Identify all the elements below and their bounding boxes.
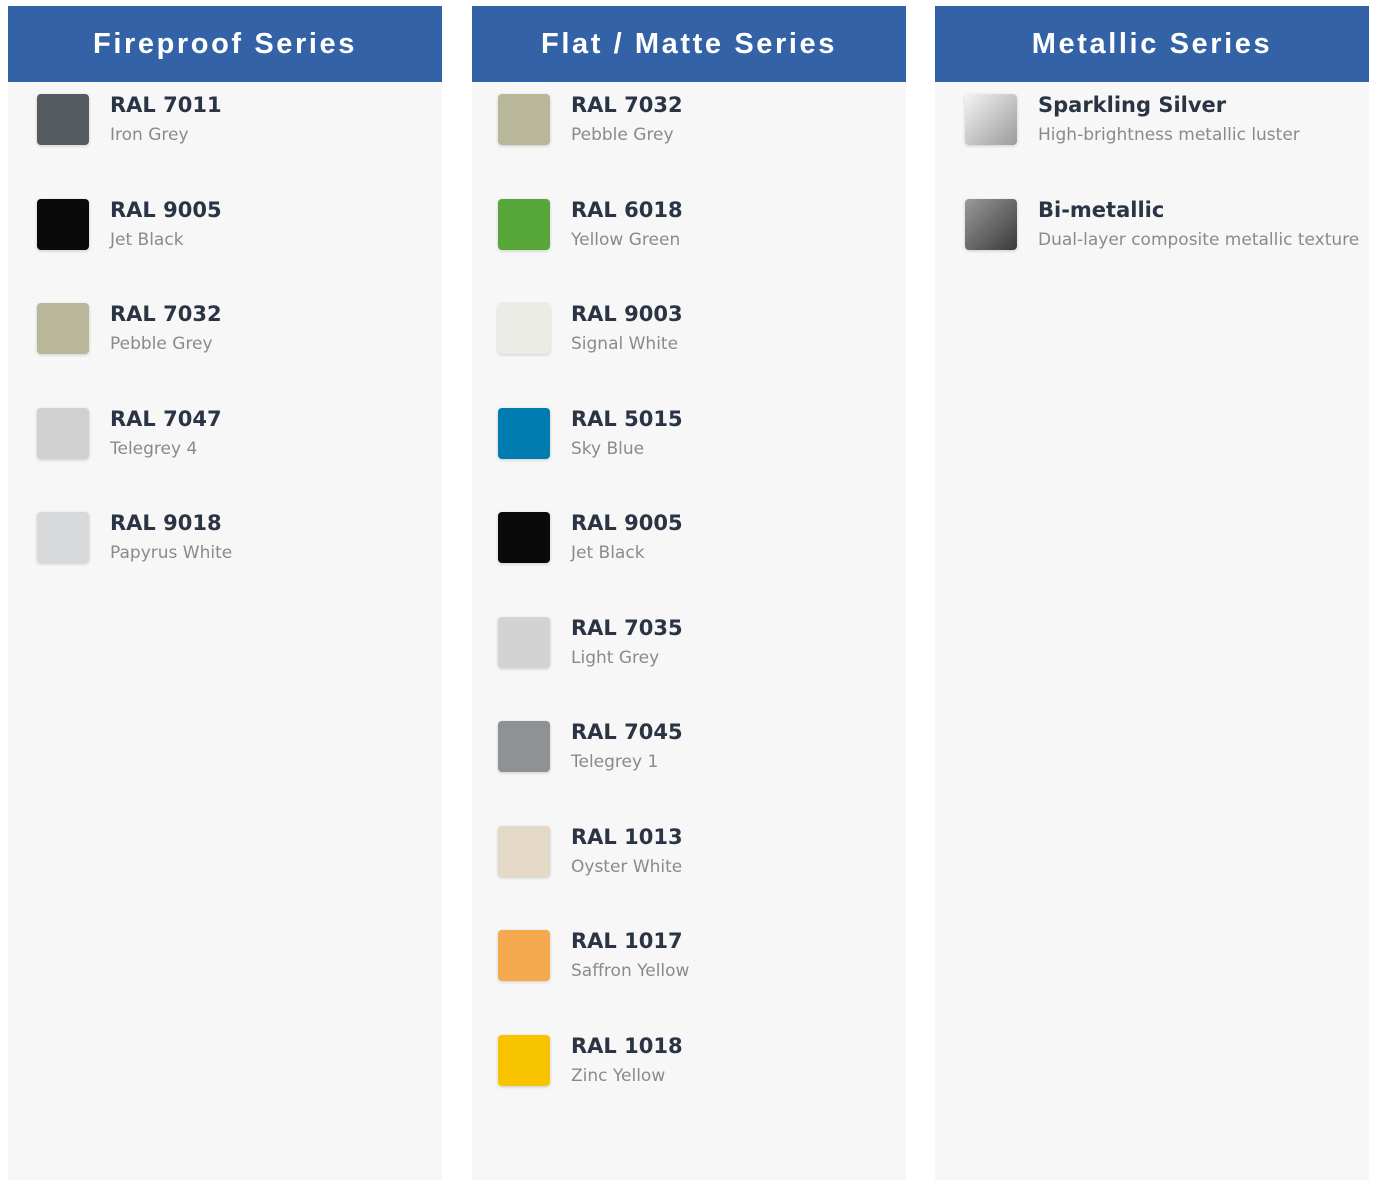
color-item: Bi-metallic Dual-layer composite metallic… <box>935 197 1369 302</box>
color-code: RAL 1017 <box>571 929 683 953</box>
color-item: RAL 7032 Pebble Grey <box>8 301 442 406</box>
jet-black-swatch <box>498 512 550 563</box>
papyrus-white-swatch <box>37 512 89 563</box>
color-name: Light Grey <box>571 647 660 668</box>
oyster-white-swatch <box>498 825 550 877</box>
color-item: RAL 9018 Papyrus White <box>8 510 442 615</box>
color-name: Oyster White <box>571 856 683 877</box>
color-name: Pebble Grey <box>571 125 674 145</box>
color-text: RAL 7032 Pebble Grey <box>110 301 222 355</box>
color-code: RAL 7032 <box>571 93 683 117</box>
iron-grey-swatch <box>37 94 89 145</box>
color-name: Papyrus White <box>110 543 233 563</box>
color-code: RAL 7032 <box>110 302 222 326</box>
color-item: RAL 9003 Signal White <box>472 301 906 406</box>
color-text: RAL 5015 Sky Blue <box>571 406 683 460</box>
color-code: RAL 7045 <box>571 720 683 744</box>
color-text: Bi-metallic Dual-layer composite metallic… <box>1038 197 1359 251</box>
color-item: RAL 6018 Yellow Green <box>472 197 906 302</box>
sparkling-silver-swatch <box>965 94 1017 145</box>
color-text: RAL 9003 Signal White <box>571 301 683 355</box>
color-text: RAL 9018 Papyrus White <box>110 510 232 564</box>
color-name: Iron Grey <box>110 125 189 145</box>
color-text: RAL 9005 Jet Black <box>110 197 222 251</box>
color-code: RAL 7011 <box>110 93 222 117</box>
color-item: RAL 7011 Iron Grey <box>8 92 442 197</box>
flat-matte-series-panel: Flat / Matte Series RAL 7032 Pebble Grey R… <box>472 6 906 1180</box>
color-code: RAL 1018 <box>571 1033 683 1058</box>
color-name: Jet Black <box>571 543 645 563</box>
color-name: Yellow Green <box>571 229 681 250</box>
color-item: RAL 9005 Jet Black <box>8 197 442 302</box>
color-text: RAL 1017 Saffron Yellow <box>571 928 689 982</box>
pebble-grey-swatch <box>498 94 550 145</box>
color-item: RAL 7047 Telegrey 4 <box>8 406 442 511</box>
color-text: RAL 6018 Yellow Green <box>571 197 683 251</box>
color-item: RAL 1017 Saffron Yellow <box>472 928 906 1033</box>
color-name: Telegrey 4 <box>110 438 198 459</box>
color-name: Sky Blue <box>571 438 645 459</box>
jet-black-swatch <box>37 198 89 250</box>
color-text: RAL 7032 Pebble Grey <box>571 92 683 146</box>
color-text: RAL 1013 Oyster White <box>571 824 683 878</box>
color-code: Sparkling Silver <box>1038 93 1227 117</box>
color-text: RAL 1018 Zinc Yellow <box>571 1033 683 1087</box>
color-name: Saffron Yellow <box>571 961 690 981</box>
color-item: RAL 5015 Sky Blue <box>472 406 906 511</box>
series-columns: Fireproof Series RAL 7011 Iron Grey RAL 90… <box>0 0 1375 1180</box>
color-name: Zinc Yellow <box>571 1065 666 1086</box>
color-code: RAL 1013 <box>571 824 683 849</box>
metallic-color-list: Sparkling Silver High-brightness metallic… <box>935 82 1369 301</box>
color-name: Jet Black <box>110 229 184 250</box>
color-item: RAL 1018 Zinc Yellow <box>472 1033 906 1138</box>
fireproof-series-header: Fireproof Series <box>8 6 442 82</box>
color-item: RAL 7045 Telegrey 1 <box>472 719 906 824</box>
color-text: RAL 7047 Telegrey 4 <box>110 406 222 460</box>
color-text: RAL 9005 Jet Black <box>571 510 683 564</box>
color-item: RAL 9005 Jet Black <box>472 510 906 615</box>
bi-metallic-swatch <box>965 198 1017 250</box>
color-item: Sparkling Silver High-brightness metallic… <box>935 92 1369 197</box>
color-code: RAL 9005 <box>571 511 683 535</box>
color-item: RAL 1013 Oyster White <box>472 824 906 929</box>
telegrey-4-swatch <box>37 407 89 459</box>
color-code: RAL 6018 <box>571 197 683 222</box>
color-text: RAL 7045 Telegrey 1 <box>571 719 683 773</box>
color-code: Bi-metallic <box>1038 197 1165 222</box>
color-text: RAL 7011 Iron Grey <box>110 92 222 146</box>
color-item: RAL 7035 Light Grey <box>472 615 906 720</box>
color-code: RAL 7035 <box>571 615 683 640</box>
color-code: RAL 7047 <box>110 406 222 431</box>
pebble-grey-swatch <box>37 303 89 354</box>
metallic-series-header: Metallic Series <box>935 6 1369 82</box>
color-code: RAL 9005 <box>110 197 222 222</box>
color-name: Pebble Grey <box>110 334 213 354</box>
color-name: Signal White <box>571 334 679 354</box>
color-text: RAL 7035 Light Grey <box>571 615 683 669</box>
color-code: RAL 5015 <box>571 406 683 431</box>
color-name: Telegrey 1 <box>571 752 659 772</box>
saffron-yellow-swatch <box>498 930 550 981</box>
color-name: High-brightness metallic luster <box>1038 125 1300 145</box>
fireproof-color-list: RAL 7011 Iron Grey RAL 9005 Jet Black RAL 70… <box>8 82 442 615</box>
zinc-yellow-swatch <box>498 1034 550 1086</box>
color-item: RAL 7032 Pebble Grey <box>472 92 906 197</box>
color-name: Dual-layer composite metallic texture <box>1038 229 1360 250</box>
color-text: Sparkling Silver High-brightness metallic… <box>1038 92 1300 146</box>
fireproof-series-panel: Fireproof Series RAL 7011 Iron Grey RAL 90… <box>8 6 442 1180</box>
color-code: RAL 9003 <box>571 302 683 326</box>
sky-blue-swatch <box>498 407 550 459</box>
color-code: RAL 9018 <box>110 511 222 535</box>
flat-matte-series-header: Flat / Matte Series <box>472 6 906 82</box>
signal-white-swatch <box>498 303 550 354</box>
telegrey-1-swatch <box>498 721 550 772</box>
metallic-series-panel: Metallic Series Sparkling Silver High-bri… <box>935 6 1369 1180</box>
yellow-green-swatch <box>498 198 550 250</box>
light-grey-swatch <box>498 616 550 668</box>
flat-matte-color-list: RAL 7032 Pebble Grey RAL 6018 Yellow Green R… <box>472 82 906 1137</box>
